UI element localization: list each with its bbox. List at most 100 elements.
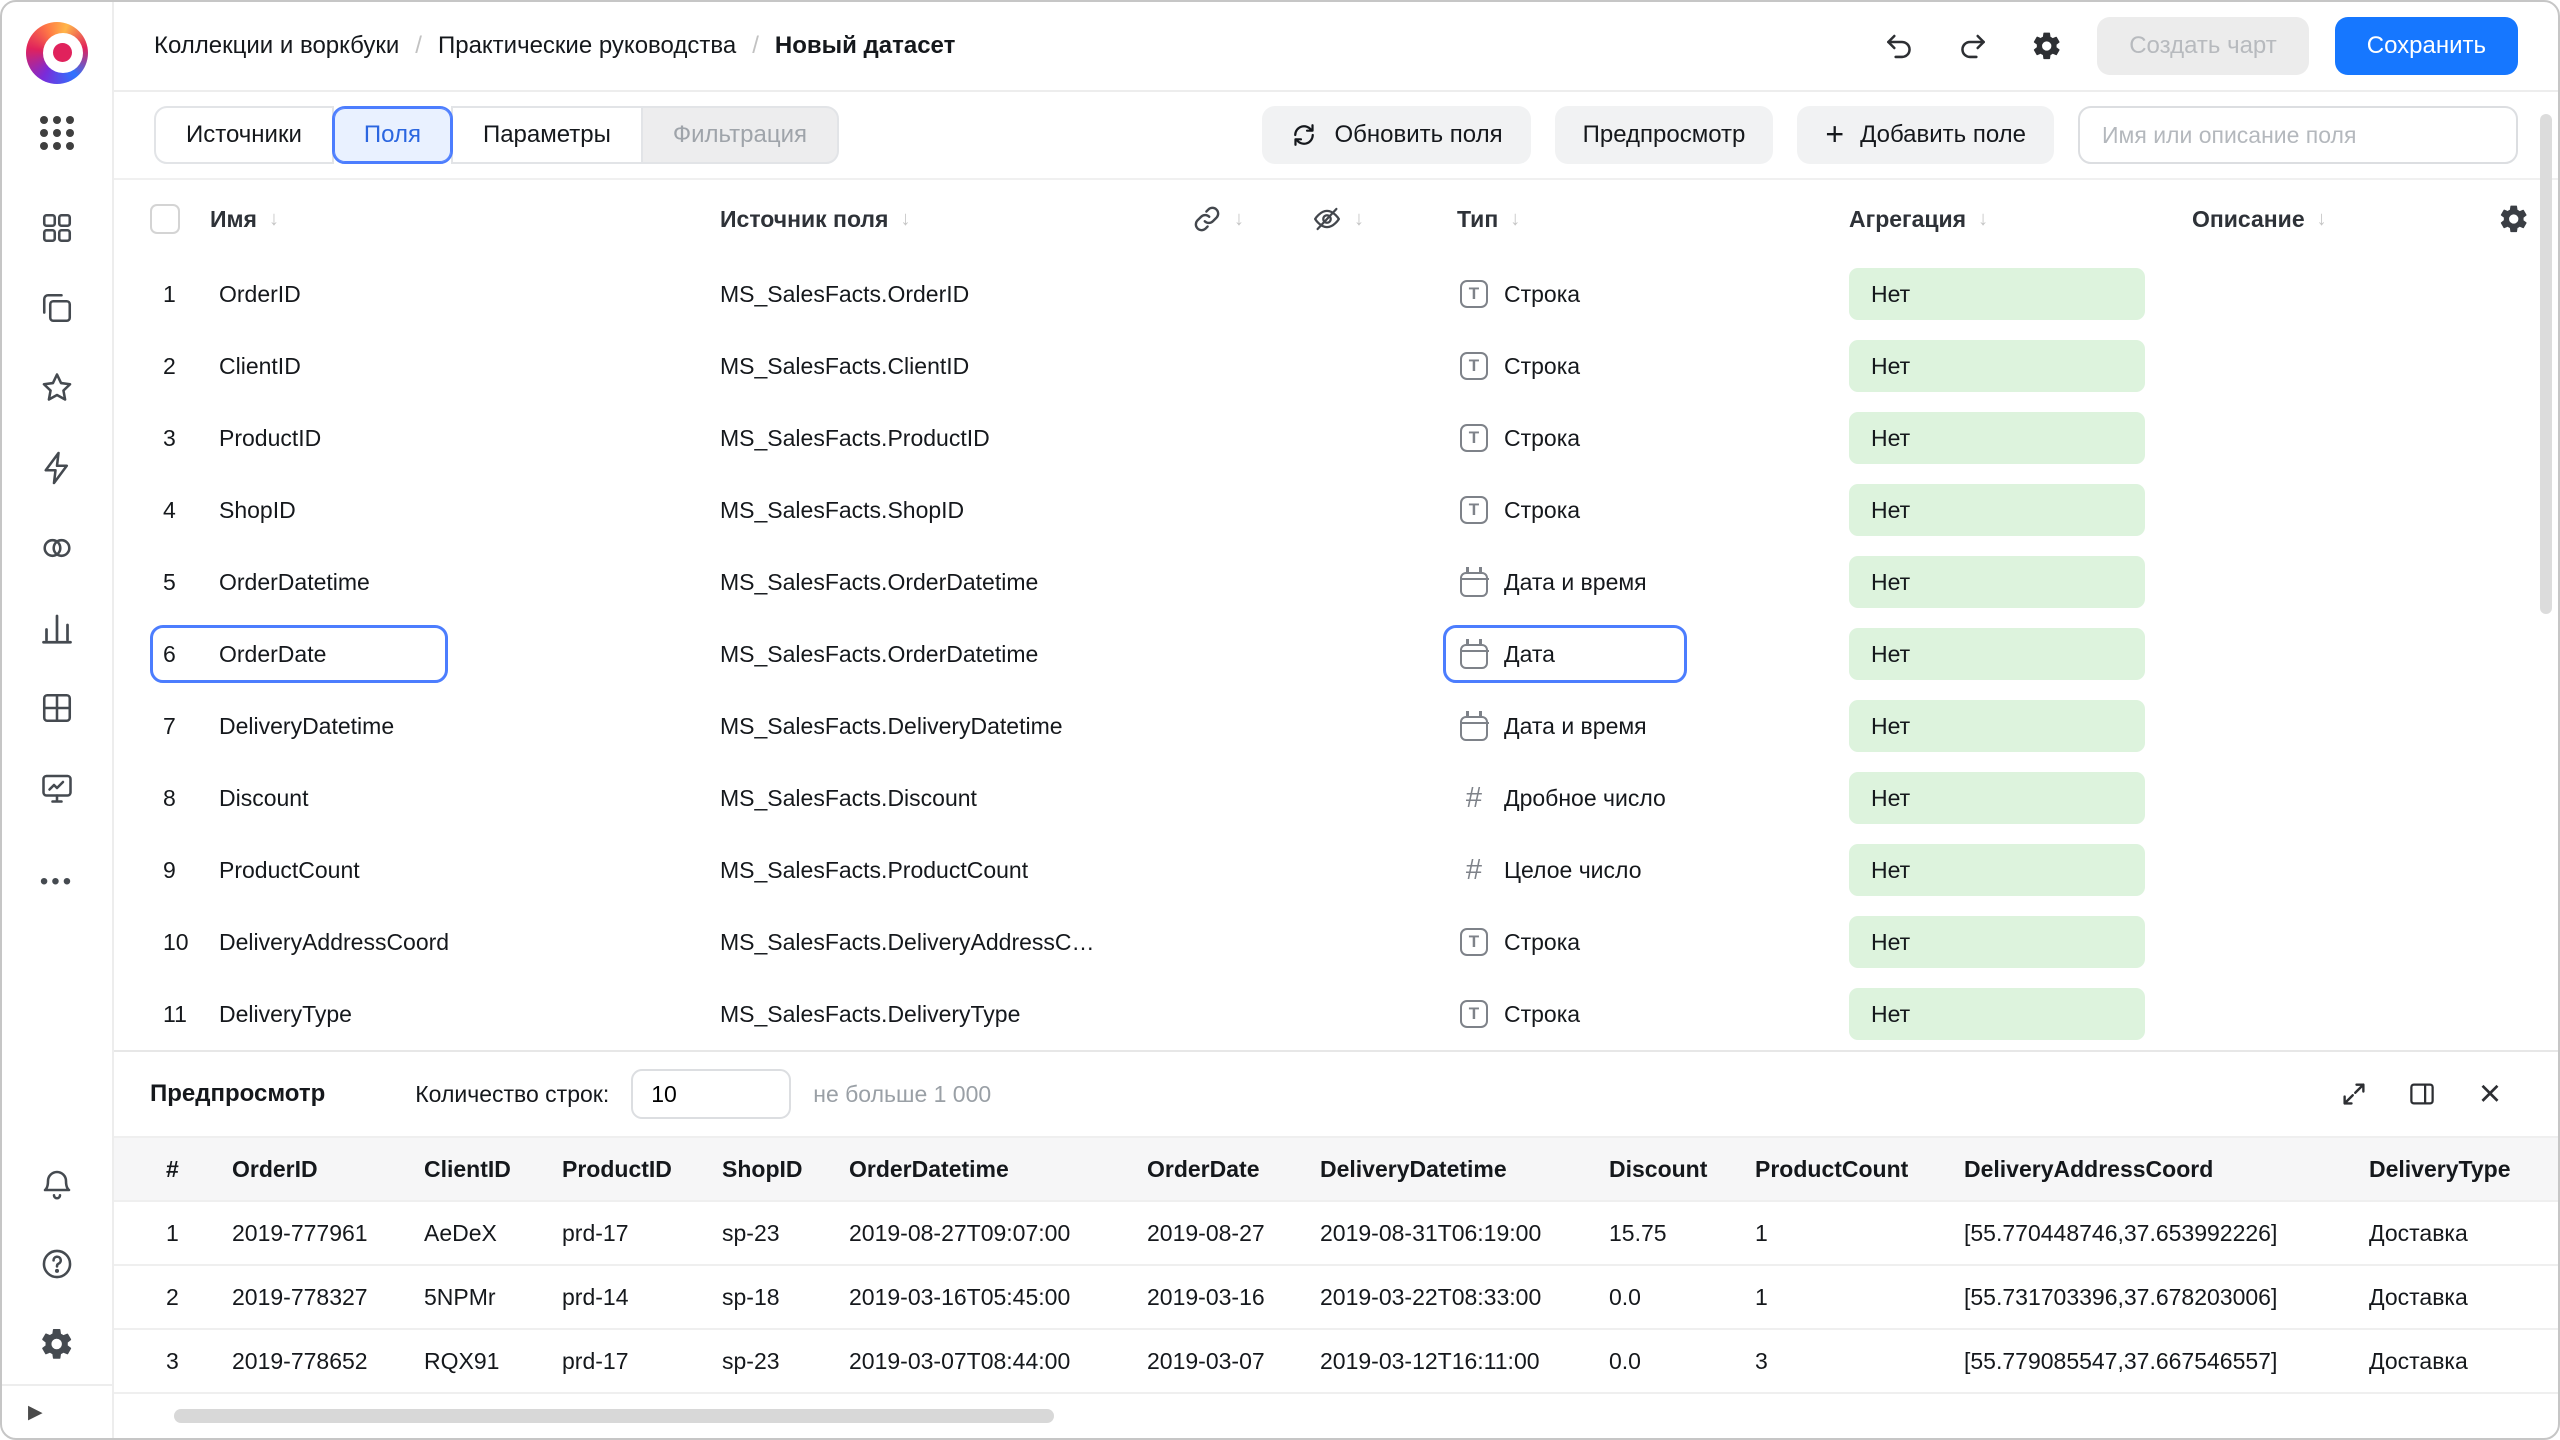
sidebar-item-connections[interactable]: [24, 508, 90, 588]
add-field-button[interactable]: + Добавить поле: [1797, 106, 2054, 164]
field-type-box[interactable]: Строка: [1443, 265, 1687, 323]
field-row[interactable]: 7 DeliveryDatetime MS_SalesFacts.Deliver…: [114, 690, 2558, 762]
field-name: OrderID: [219, 281, 301, 308]
breadcrumb-collections[interactable]: Коллекции и воркбуки: [154, 32, 399, 60]
preview-toggle-label: Предпросмотр: [1583, 121, 1746, 149]
field-name-box[interactable]: 3 ProductID: [150, 409, 448, 467]
preview-cell: 2019-08-27: [1131, 1220, 1304, 1247]
sidebar-item-workbooks[interactable]: [24, 268, 90, 348]
aggregation-value: Нет: [1871, 785, 1910, 812]
field-row[interactable]: 10 DeliveryAddressCoord MS_SalesFacts.De…: [114, 906, 2558, 978]
field-row[interactable]: 2 ClientID MS_SalesFacts.ClientID Строка…: [114, 330, 2558, 402]
tab-sources[interactable]: Источники: [154, 106, 334, 164]
sidebar-expand-strip[interactable]: ▶: [2, 1384, 112, 1438]
preview-cell: [55.779085547,37.667546557]: [1948, 1348, 2353, 1375]
tab-fields[interactable]: Поля: [332, 106, 453, 164]
preview-table-body: 1 2019-777961 AeDeX prd-17 sp-23 2019-08…: [114, 1202, 2558, 1394]
save-button[interactable]: Сохранить: [2335, 17, 2518, 75]
column-header-aggregation[interactable]: Агрегация ↓: [1849, 206, 2192, 233]
field-type-box[interactable]: Целое число: [1443, 841, 1687, 899]
field-name-box[interactable]: 11 DeliveryType: [150, 985, 448, 1043]
aggregation-select[interactable]: Нет: [1849, 988, 2145, 1040]
column-header-visibility[interactable]: ↓: [1312, 204, 1457, 234]
aggregation-select[interactable]: Нет: [1849, 628, 2145, 680]
preview-dock-button[interactable]: [2400, 1072, 2444, 1116]
dataset-settings-button[interactable]: [2023, 22, 2071, 70]
preview-close-button[interactable]: ×: [2468, 1072, 2512, 1116]
field-search-input[interactable]: [2078, 106, 2518, 164]
sidebar-item-more[interactable]: •••: [24, 854, 90, 910]
field-type-box[interactable]: Строка: [1443, 409, 1687, 467]
field-source: MS_SalesFacts.ProductID: [720, 425, 1192, 452]
field-row[interactable]: 6 OrderDate MS_SalesFacts.OrderDatetime …: [114, 618, 2558, 690]
field-row[interactable]: 3 ProductID MS_SalesFacts.ProductID Стро…: [114, 402, 2558, 474]
field-type-box[interactable]: Дата и время: [1443, 553, 1687, 611]
sidebar-item-dashboards[interactable]: [24, 748, 90, 828]
aggregation-select[interactable]: Нет: [1849, 340, 2145, 392]
preview-toggle-button[interactable]: Предпросмотр: [1555, 106, 1774, 164]
field-row[interactable]: 5 OrderDatetime MS_SalesFacts.OrderDatet…: [114, 546, 2558, 618]
datalens-logo[interactable]: [26, 22, 88, 84]
field-name-box[interactable]: 9 ProductCount: [150, 841, 448, 899]
field-type-box[interactable]: Дробное число: [1443, 769, 1693, 827]
aggregation-select[interactable]: Нет: [1849, 844, 2145, 896]
field-name-box[interactable]: 5 OrderDatetime: [150, 553, 448, 611]
column-header-link[interactable]: ↓: [1192, 204, 1312, 234]
field-type-box[interactable]: Дата: [1443, 625, 1687, 683]
sidebar-item-charts[interactable]: [24, 588, 90, 668]
tab-parameters[interactable]: Параметры: [451, 106, 643, 164]
field-type-box[interactable]: Строка: [1443, 337, 1687, 395]
undo-button[interactable]: [1875, 22, 1923, 70]
aggregation-select[interactable]: Нет: [1849, 916, 2145, 968]
field-row[interactable]: 1 OrderID MS_SalesFacts.OrderID Строка Н…: [114, 258, 2558, 330]
field-name-box[interactable]: 4 ShopID: [150, 481, 448, 539]
field-source: MS_SalesFacts.OrderDatetime: [720, 569, 1192, 596]
aggregation-select[interactable]: Нет: [1849, 772, 2145, 824]
aggregation-select[interactable]: Нет: [1849, 412, 2145, 464]
field-type-box[interactable]: Строка: [1443, 913, 1687, 971]
aggregation-select[interactable]: Нет: [1849, 700, 2145, 752]
field-name-box[interactable]: 10 DeliveryAddressCoord: [150, 913, 476, 971]
sidebar-item-help[interactable]: [24, 1224, 90, 1304]
redo-button[interactable]: [1949, 22, 1997, 70]
field-row-number: 7: [163, 713, 219, 740]
field-name-box[interactable]: 8 Discount: [150, 769, 448, 827]
sidebar-item-favorites[interactable]: [24, 348, 90, 428]
field-type-box[interactable]: Дата и время: [1443, 697, 1687, 755]
field-type-box[interactable]: Строка: [1443, 481, 1687, 539]
column-source-label: Источник поля: [720, 206, 888, 233]
field-name-box[interactable]: 7 DeliveryDatetime: [150, 697, 448, 755]
field-row[interactable]: 9 ProductCount MS_SalesFacts.ProductCoun…: [114, 834, 2558, 906]
aggregation-select[interactable]: Нет: [1849, 484, 2145, 536]
aggregation-select[interactable]: Нет: [1849, 268, 2145, 320]
column-header-type[interactable]: Тип ↓: [1457, 206, 1849, 233]
column-header-source[interactable]: Источник поля ↓: [720, 206, 1192, 233]
sidebar-item-datasets[interactable]: [24, 668, 90, 748]
select-all-checkbox[interactable]: [150, 204, 180, 234]
field-name-box[interactable]: 1 OrderID: [150, 265, 448, 323]
create-chart-button[interactable]: Создать чарт: [2097, 17, 2309, 75]
apps-grid-icon[interactable]: [40, 116, 74, 150]
field-name-box[interactable]: 2 ClientID: [150, 337, 448, 395]
aggregation-select[interactable]: Нет: [1849, 556, 2145, 608]
column-header-description[interactable]: Описание ↓: [2192, 206, 2468, 233]
field-row[interactable]: 11 DeliveryType MS_SalesFacts.DeliveryTy…: [114, 978, 2558, 1050]
sidebar-item-settings[interactable]: [24, 1304, 90, 1384]
breadcrumb-guides[interactable]: Практические руководства: [438, 32, 736, 60]
preview-cell: 2019-03-16T05:45:00: [833, 1284, 1131, 1311]
field-row[interactable]: 4 ShopID MS_SalesFacts.ShopID Строка Нет: [114, 474, 2558, 546]
refresh-fields-button[interactable]: Обновить поля: [1262, 106, 1530, 164]
field-name-box[interactable]: 6 OrderDate: [150, 625, 448, 683]
field-type-box[interactable]: Строка: [1443, 985, 1687, 1043]
hscroll-thumb[interactable]: [174, 1409, 1054, 1423]
field-name-cell: 5 OrderDatetime: [150, 553, 720, 611]
sidebar-item-quick[interactable]: [24, 428, 90, 508]
vscroll-thumb[interactable]: [2540, 114, 2552, 614]
tab-filtration[interactable]: Фильтрация: [641, 106, 839, 164]
preview-expand-button[interactable]: [2332, 1072, 2376, 1116]
sidebar-item-widgets[interactable]: [24, 188, 90, 268]
field-row[interactable]: 8 Discount MS_SalesFacts.Discount Дробно…: [114, 762, 2558, 834]
row-count-input[interactable]: [631, 1069, 791, 1119]
column-header-name[interactable]: Имя ↓: [210, 206, 720, 233]
sidebar-item-notifications[interactable]: [24, 1144, 90, 1224]
